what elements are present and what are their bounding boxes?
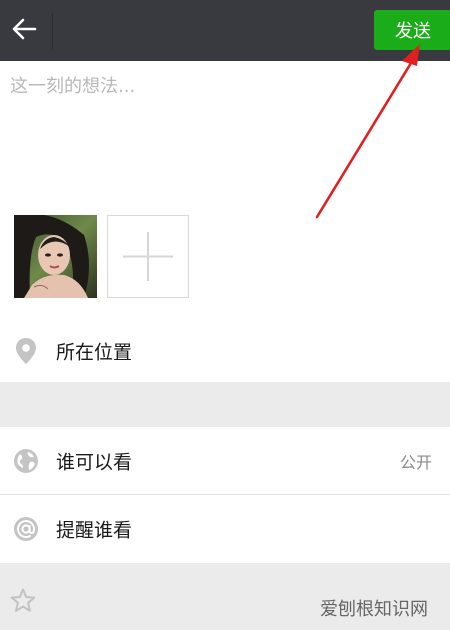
visibility-row[interactable]: 谁可以看 公开 [0,427,450,494]
location-pin-icon [12,337,40,365]
back-button[interactable] [0,0,48,61]
section-gap [0,382,450,427]
arrow-left-icon [11,17,37,45]
star-icon [10,588,36,617]
at-sign-icon [12,515,40,543]
remind-label: 提醒谁看 [56,519,133,542]
top-bar: 发送 [0,0,450,61]
visibility-value: 公开 [399,452,432,472]
bottom-section: 爱刨根知识网 [0,563,450,630]
moment-text-input[interactable] [10,72,430,182]
add-photo-button[interactable] [107,215,189,298]
send-button[interactable]: 发送 [374,10,450,50]
globe-icon [12,447,40,475]
header-divider [52,13,53,49]
selected-photo-thumbnail[interactable] [14,215,97,298]
watermark-text: 爱刨根知识网 [320,599,428,620]
location-row[interactable]: 所在位置 [0,320,450,382]
visibility-label: 谁可以看 [56,451,133,473]
remind-row[interactable]: 提醒谁看 [0,495,450,563]
location-label: 所在位置 [56,341,133,364]
plus-icon [108,232,188,301]
